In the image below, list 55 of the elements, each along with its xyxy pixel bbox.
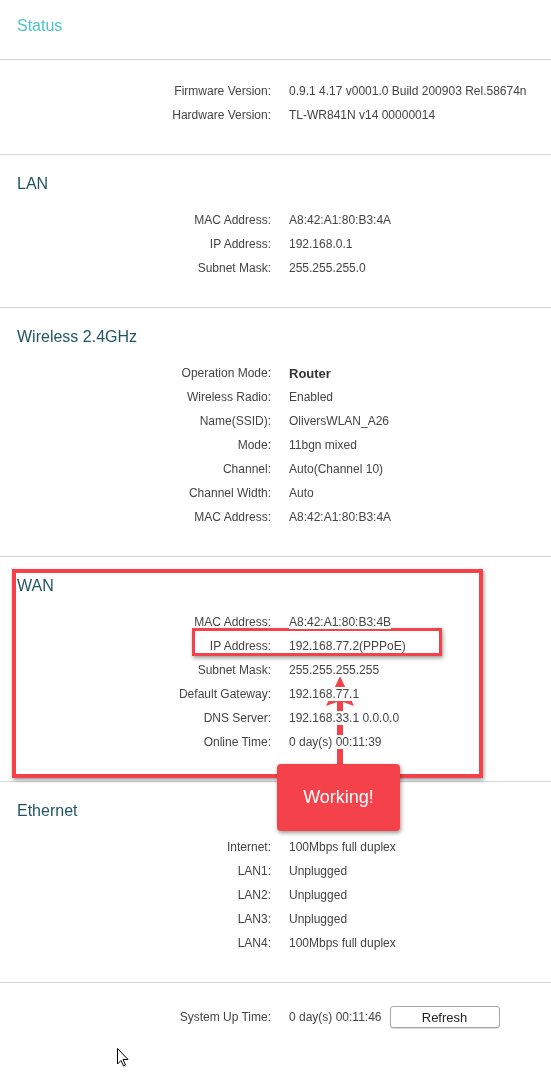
field-label: LAN1: xyxy=(236,864,271,878)
field-value: 255.255.255.0 xyxy=(289,261,366,275)
field-label: Subnet Mask: xyxy=(196,663,271,677)
field-label: Mode: xyxy=(236,438,271,452)
field-label: Wireless Radio: xyxy=(185,390,271,404)
field-value: 0 day(s) 00:11:46 xyxy=(289,1010,382,1024)
field-value: Auto(Channel 10) xyxy=(289,462,384,476)
field-value: Unplugged xyxy=(289,912,348,926)
field-value: 0 day(s) 00:11:39 xyxy=(289,735,382,749)
field-label: System Up Time: xyxy=(178,1010,271,1024)
field-label: Firmware Version: xyxy=(173,84,271,98)
field-value: 192.168.77.1 xyxy=(289,687,360,701)
refresh-button[interactable]: Refresh xyxy=(389,1006,500,1028)
section-title: Ethernet xyxy=(16,801,79,821)
field-value: OliversWLAN_A26 xyxy=(289,414,390,428)
field-label: IP Address: xyxy=(208,639,271,653)
field-value: A8:42:A1:80:B3:4B xyxy=(289,615,392,629)
field-label: Internet: xyxy=(225,840,271,854)
page-title: Status xyxy=(17,17,63,34)
field-label: LAN4: xyxy=(236,936,271,950)
field-label: MAC Address: xyxy=(193,213,271,227)
field-label: Subnet Mask: xyxy=(196,261,271,275)
field-label: LAN2: xyxy=(236,888,271,902)
field-value: 100Mbps full duplex xyxy=(289,840,396,854)
field-value: A8:42:A1:80:B3:4A xyxy=(289,510,392,524)
field-value: 192.168.33.1 0.0.0.0 xyxy=(289,711,400,725)
field-value: 11bgn mixed xyxy=(289,438,357,452)
section-title: LAN xyxy=(16,174,50,194)
field-value: TL-WR841N v14 00000014 xyxy=(289,108,436,122)
field-label: MAC Address: xyxy=(193,510,271,524)
field-label: IP Address: xyxy=(208,237,271,251)
field-value: 100Mbps full duplex xyxy=(289,936,396,950)
field-value: 0.9.1 4.17 v0001.0 Build 200903 Rel.58674n xyxy=(289,84,527,98)
field-value: 255.255.255.255 xyxy=(289,663,380,677)
section-title: Wireless 2.4GHz xyxy=(16,327,139,347)
field-label: Channel: xyxy=(221,462,271,476)
field-value: 192.168.0.1 xyxy=(289,237,353,251)
field-label: LAN3: xyxy=(236,912,271,926)
section-title: WAN xyxy=(16,576,55,596)
field-label: Hardware Version: xyxy=(171,108,271,122)
field-value: 192.168.77.2(PPPoE) xyxy=(289,639,406,653)
field-label: MAC Address: xyxy=(193,615,271,629)
field-label: Channel Width: xyxy=(187,486,271,500)
field-label: Operation Mode: xyxy=(180,366,271,380)
field-value: Unplugged xyxy=(289,864,348,878)
field-value: Enabled xyxy=(289,390,334,404)
field-value: Auto xyxy=(289,486,314,500)
field-label: DNS Server: xyxy=(202,711,271,725)
field-label: Default Gateway: xyxy=(177,687,271,701)
field-value: Unplugged xyxy=(289,888,348,902)
cursor-icon xyxy=(117,1048,129,1067)
field-label: Name(SSID): xyxy=(198,414,271,428)
field-value: A8:42:A1:80:B3:4A xyxy=(289,213,392,227)
field-label: Online Time: xyxy=(202,735,271,749)
callout: Working! xyxy=(277,764,400,831)
